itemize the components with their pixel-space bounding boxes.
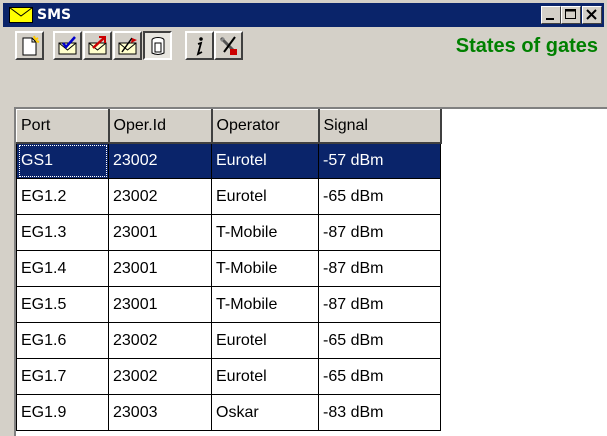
cell-oper-id[interactable]: 23001	[108, 250, 212, 287]
envelope-icon	[9, 7, 33, 23]
toolbar: States of gates	[3, 29, 604, 63]
new-document-icon	[22, 35, 40, 56]
cell-port[interactable]: GS1	[16, 142, 109, 179]
table-row[interactable]: EG1.4 23001 T-Mobile -87 dBm	[16, 250, 441, 287]
close-button[interactable]	[582, 6, 602, 24]
cell-operator[interactable]: T-Mobile	[211, 250, 319, 287]
cell-oper-id[interactable]: 23002	[108, 358, 212, 395]
table-header-row: Port Oper.Id Operator Signal	[16, 109, 442, 144]
cell-port[interactable]: EG1.3	[16, 214, 109, 251]
mail-red-arrow-icon	[88, 36, 107, 55]
cell-signal[interactable]: -65 dBm	[318, 178, 441, 215]
outgoing-queue-button[interactable]	[113, 31, 142, 60]
cell-port[interactable]: EG1.6	[16, 322, 109, 359]
table-row[interactable]: EG1.3 23001 T-Mobile -87 dBm	[16, 214, 441, 251]
cell-port[interactable]: EG1.7	[16, 358, 109, 395]
cell-signal[interactable]: -87 dBm	[318, 250, 441, 287]
minimize-button[interactable]	[541, 6, 561, 24]
sent-messages-button[interactable]	[83, 31, 112, 60]
sms-window: SMS States of gates Port Oper.Id Operato…	[0, 0, 607, 436]
table-row[interactable]: EG1.6 23002 Eurotel -65 dBm	[16, 322, 441, 359]
tools-icon	[219, 36, 237, 55]
close-icon	[586, 9, 597, 20]
gate-status-icon	[151, 37, 165, 55]
cell-signal[interactable]: -87 dBm	[318, 214, 441, 251]
cell-port[interactable]: EG1.2	[16, 178, 109, 215]
cell-operator[interactable]: Eurotel	[211, 322, 319, 359]
minimize-icon	[546, 18, 554, 20]
cell-port[interactable]: EG1.9	[16, 394, 109, 431]
cell-operator[interactable]: Oskar	[211, 394, 319, 431]
maximize-icon	[565, 9, 576, 19]
cell-operator[interactable]: T-Mobile	[211, 286, 319, 323]
column-header-port[interactable]: Port	[16, 109, 110, 144]
cell-oper-id[interactable]: 23001	[108, 214, 212, 251]
gate-states-button[interactable]	[143, 31, 172, 60]
page-title: States of gates	[455, 35, 598, 57]
cell-port[interactable]: EG1.5	[16, 286, 109, 323]
mail-flag-icon	[118, 37, 137, 55]
column-header-operator[interactable]: Operator	[211, 109, 320, 144]
column-header-oper-id[interactable]: Oper.Id	[108, 109, 213, 144]
cell-port[interactable]: EG1.4	[16, 250, 109, 287]
cell-oper-id[interactable]: 23003	[108, 394, 212, 431]
cell-signal[interactable]: -87 dBm	[318, 286, 441, 323]
cell-operator[interactable]: Eurotel	[211, 178, 319, 215]
cell-oper-id[interactable]: 23002	[108, 322, 212, 359]
table-row[interactable]: GS1 23002 Eurotel -57 dBm	[16, 142, 441, 179]
cell-operator[interactable]: Eurotel	[211, 358, 319, 395]
table-row[interactable]: EG1.9 23003 Oskar -83 dBm	[16, 394, 441, 431]
gates-table: Port Oper.Id Operator Signal GS1 23002 E…	[16, 109, 442, 431]
table-row[interactable]: EG1.2 23002 Eurotel -65 dBm	[16, 178, 441, 215]
cell-signal[interactable]: -65 dBm	[318, 358, 441, 395]
cell-signal[interactable]: -57 dBm	[318, 142, 441, 179]
maximize-button[interactable]	[561, 6, 581, 24]
window-title: SMS	[37, 7, 72, 23]
cell-oper-id[interactable]: 23001	[108, 286, 212, 323]
title-bar[interactable]: SMS	[3, 3, 604, 27]
settings-button[interactable]	[214, 31, 243, 60]
table-row[interactable]: EG1.5 23001 T-Mobile -87 dBm	[16, 286, 441, 323]
cell-oper-id[interactable]: 23002	[108, 178, 212, 215]
column-header-signal[interactable]: Signal	[318, 109, 442, 144]
table-row[interactable]: EG1.7 23002 Eurotel -65 dBm	[16, 358, 441, 395]
mail-checked-icon	[58, 36, 77, 55]
received-messages-button[interactable]	[53, 31, 82, 60]
cell-oper-id[interactable]: 23002	[108, 142, 212, 179]
new-button[interactable]	[15, 31, 44, 60]
cell-signal[interactable]: -65 dBm	[318, 322, 441, 359]
cell-operator[interactable]: Eurotel	[211, 142, 319, 179]
cell-operator[interactable]: T-Mobile	[211, 214, 319, 251]
cell-signal[interactable]: -83 dBm	[318, 394, 441, 431]
info-button[interactable]	[185, 31, 214, 60]
info-icon	[196, 37, 203, 56]
